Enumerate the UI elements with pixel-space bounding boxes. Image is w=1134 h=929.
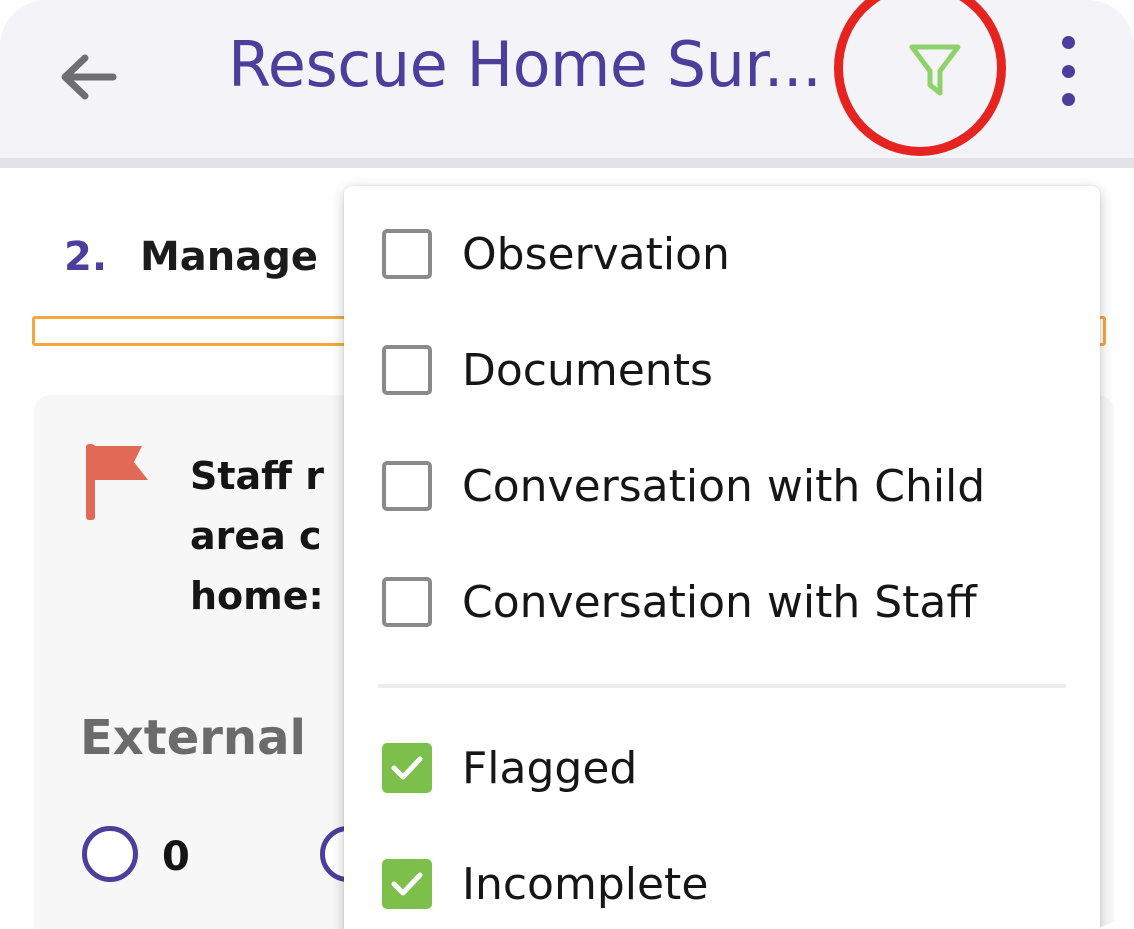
filter-option-conversation-child[interactable]: Conversation with Child bbox=[344, 436, 1100, 536]
more-vertical-icon-dot bbox=[1061, 64, 1075, 78]
filter-option-label: Incomplete bbox=[462, 858, 709, 910]
back-button[interactable] bbox=[52, 42, 122, 112]
more-menu-button[interactable] bbox=[1048, 36, 1088, 106]
checkbox-checked[interactable] bbox=[382, 859, 432, 909]
checkbox[interactable] bbox=[382, 577, 432, 627]
filter-menu: Observation Documents Conversation with … bbox=[344, 186, 1100, 929]
arrow-left-icon bbox=[61, 54, 117, 100]
section-number: 2. bbox=[64, 234, 108, 280]
filter-option-incomplete[interactable]: Incomplete bbox=[344, 834, 1100, 929]
checkbox[interactable] bbox=[382, 229, 432, 279]
filter-option-label: Observation bbox=[462, 228, 730, 280]
app-screen: Rescue Home Sur... 2. Manage Staff r are… bbox=[0, 0, 1134, 929]
checkbox-checked[interactable] bbox=[382, 743, 432, 793]
more-vertical-icon-dot bbox=[1061, 36, 1075, 49]
menu-divider bbox=[378, 684, 1066, 688]
checkmark-icon bbox=[391, 872, 423, 896]
checkmark-icon bbox=[391, 756, 423, 780]
flag-icon[interactable] bbox=[84, 440, 152, 522]
filter-option-conversation-staff[interactable]: Conversation with Staff bbox=[344, 552, 1100, 652]
section-title[interactable]: Manage bbox=[140, 234, 318, 280]
app-header: Rescue Home Sur... bbox=[0, 0, 1134, 168]
filter-option-label: Flagged bbox=[462, 742, 638, 794]
filter-option-label: Conversation with Staff bbox=[462, 576, 977, 628]
filter-option-flagged[interactable]: Flagged bbox=[344, 718, 1100, 818]
field-label: External bbox=[80, 710, 306, 766]
page-title: Rescue Home Sur... bbox=[228, 28, 822, 101]
filter-option-documents[interactable]: Documents bbox=[344, 320, 1100, 420]
more-vertical-icon-dot bbox=[1061, 93, 1075, 106]
filter-option-observation[interactable]: Observation bbox=[344, 204, 1100, 304]
radio-option-0[interactable] bbox=[82, 826, 138, 882]
filter-option-label: Documents bbox=[462, 344, 713, 396]
checkbox[interactable] bbox=[382, 345, 432, 395]
highlight-circle bbox=[834, 0, 1006, 156]
checkbox[interactable] bbox=[382, 461, 432, 511]
radio-option-label: 0 bbox=[162, 834, 190, 880]
filter-option-label: Conversation with Child bbox=[462, 460, 986, 512]
